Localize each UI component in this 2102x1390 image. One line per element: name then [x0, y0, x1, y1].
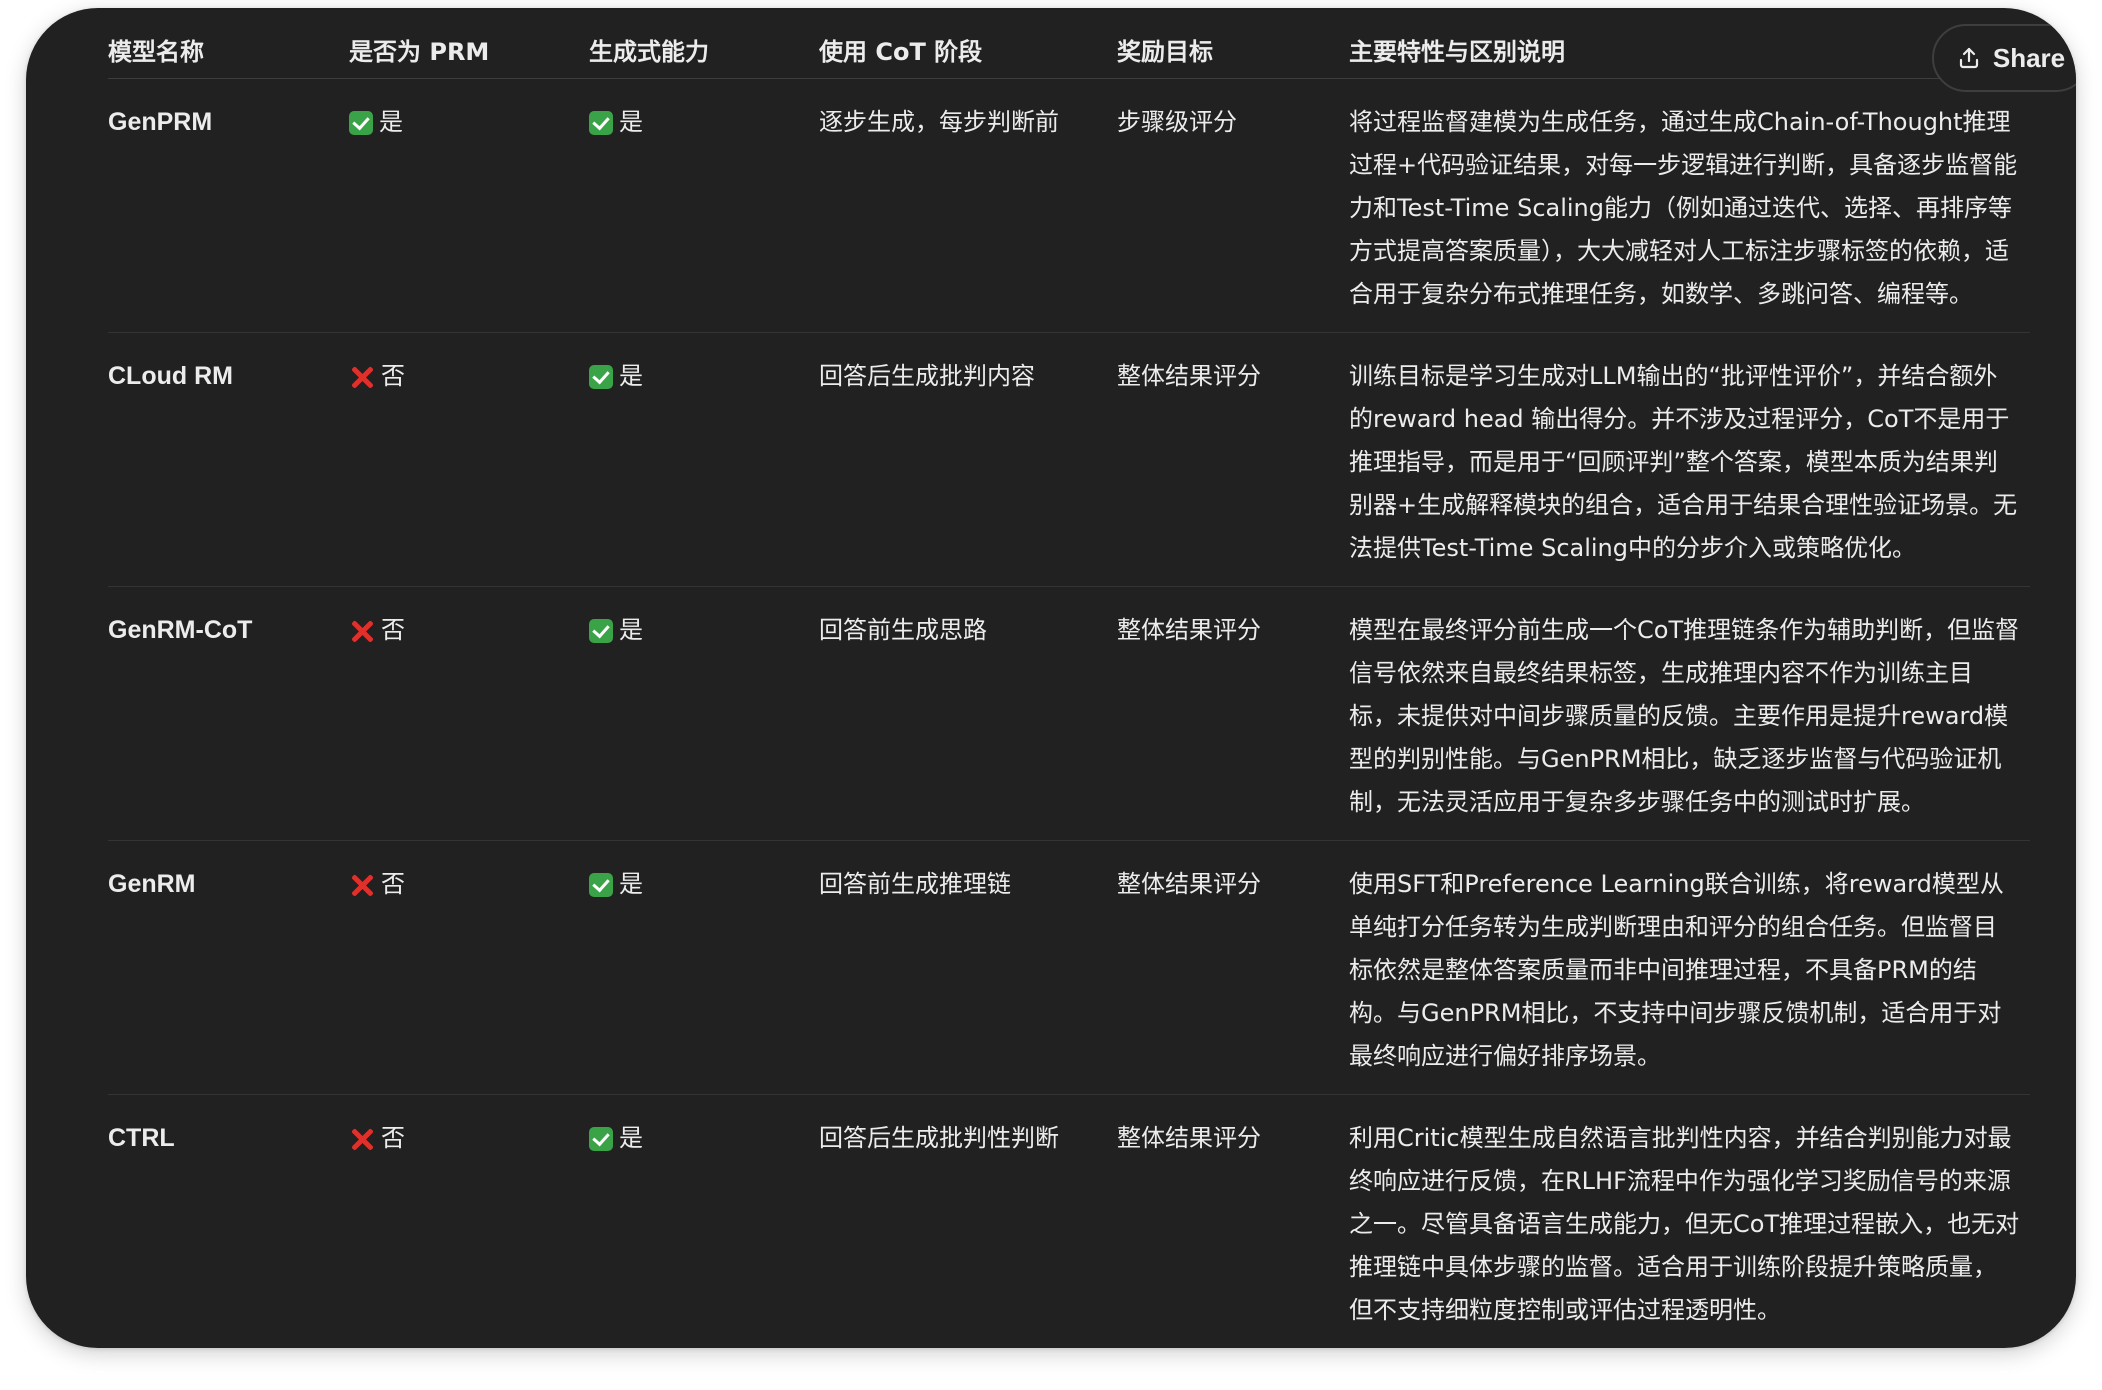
reward-target-cell: 整体结果评分 [1117, 1124, 1261, 1152]
cross-icon [349, 618, 375, 644]
check-icon [349, 110, 373, 135]
table-row: GenRM 否 是 回答前生成推理链 整体结果评分 使用SFT和Preferen… [108, 840, 2030, 1095]
cross-icon [349, 364, 375, 390]
header-reward-target: 奖励目标 [1117, 26, 1349, 79]
model-name: GenPRM [108, 78, 349, 333]
prm-cell: 否 [349, 840, 589, 1095]
generative-cell: 是 [589, 840, 819, 1095]
check-icon [589, 110, 613, 135]
cot-stage-cell: 逐步生成，每步判断前 [819, 78, 1117, 333]
generative-cell: 是 [589, 78, 819, 333]
table-row: GenPRM 是 是 逐步生成，每步判断前 步骤级评分 将过程监督建模为生成任务… [108, 78, 2030, 333]
cot-stage-cell: 回答后生成批判内容 [819, 332, 1117, 587]
chat-response-card: Share 模型名称 是否为 PRM 生成式能力 使用 CoT 阶段 奖励目标 … [26, 8, 2076, 1348]
reward-target-cell: 整体结果评分 [1117, 840, 1349, 1095]
share-button[interactable]: Share [1932, 24, 2076, 92]
prm-cell: 否 [349, 332, 589, 587]
description-cell: 训练目标是学习生成对LLM输出的“批评性评价”，并结合额外的reward hea… [1349, 332, 2030, 587]
description-cell: 利用Critic模型生成自然语言批判性内容，并结合判别能力对最终响应进行反馈，在… [1349, 1124, 2020, 1324]
cross-icon [349, 1126, 375, 1152]
table-row: CTRL 否 是 回答后生成批判性判断 整体结果评分 利用Critic模型生成自… [108, 1095, 2030, 1349]
reward-target-cell: 步骤级评分 [1117, 78, 1349, 333]
cot-stage-cell: 回答后生成批判性判断 [819, 1124, 1059, 1152]
generative-cell: 是 [589, 1095, 819, 1349]
header-is-prm: 是否为 PRM [349, 26, 589, 79]
model-name: GenRM [108, 840, 349, 1095]
upload-share-icon [1957, 46, 1981, 70]
check-icon [589, 872, 613, 897]
header-model-name: 模型名称 [108, 26, 349, 79]
comparison-table: 模型名称 是否为 PRM 生成式能力 使用 CoT 阶段 奖励目标 主要特性与区… [108, 26, 2030, 1348]
table-row: GenRM-CoT 否 是 回答前生成思路 整体结果评分 模型在最终评分前生成一… [108, 586, 2030, 841]
description-cell: 模型在最终评分前生成一个CoT推理链条作为辅助判断，但监督信号依然来自最终结果标… [1349, 586, 2030, 841]
check-icon [589, 1126, 613, 1151]
check-icon [589, 618, 613, 643]
table-header-row: 模型名称 是否为 PRM 生成式能力 使用 CoT 阶段 奖励目标 主要特性与区… [108, 26, 2030, 79]
header-cot-stage: 使用 CoT 阶段 [819, 26, 1117, 79]
model-name: GenRM-CoT [108, 586, 349, 841]
table-row: CLoud RM 否 是 回答后生成批判内容 整体结果评分 训练目标是学习生成对… [108, 332, 2030, 587]
cot-stage-cell: 回答前生成思路 [819, 586, 1117, 841]
cross-icon [349, 872, 375, 898]
description-cell: 使用SFT和Preference Learning联合训练，将reward模型从… [1349, 840, 2030, 1095]
prm-cell: 是 [349, 78, 589, 333]
prm-cell: 否 [349, 1095, 589, 1349]
description-cell: 将过程监督建模为生成任务，通过生成Chain-of-Thought推理过程+代码… [1349, 78, 2030, 333]
prm-cell: 否 [349, 586, 589, 841]
generative-cell: 是 [589, 332, 819, 587]
share-label: Share [1992, 42, 2066, 73]
model-name: CLoud RM [108, 332, 349, 587]
header-description: 主要特性与区别说明 [1349, 26, 2030, 79]
header-generative: 生成式能力 [589, 26, 819, 79]
reward-target-cell: 整体结果评分 [1117, 332, 1349, 587]
cot-stage-cell: 回答前生成推理链 [819, 840, 1117, 1095]
reward-target-cell: 整体结果评分 [1117, 586, 1349, 841]
check-icon [589, 364, 613, 389]
generative-cell: 是 [589, 586, 819, 841]
model-name: CTRL [108, 1124, 175, 1152]
